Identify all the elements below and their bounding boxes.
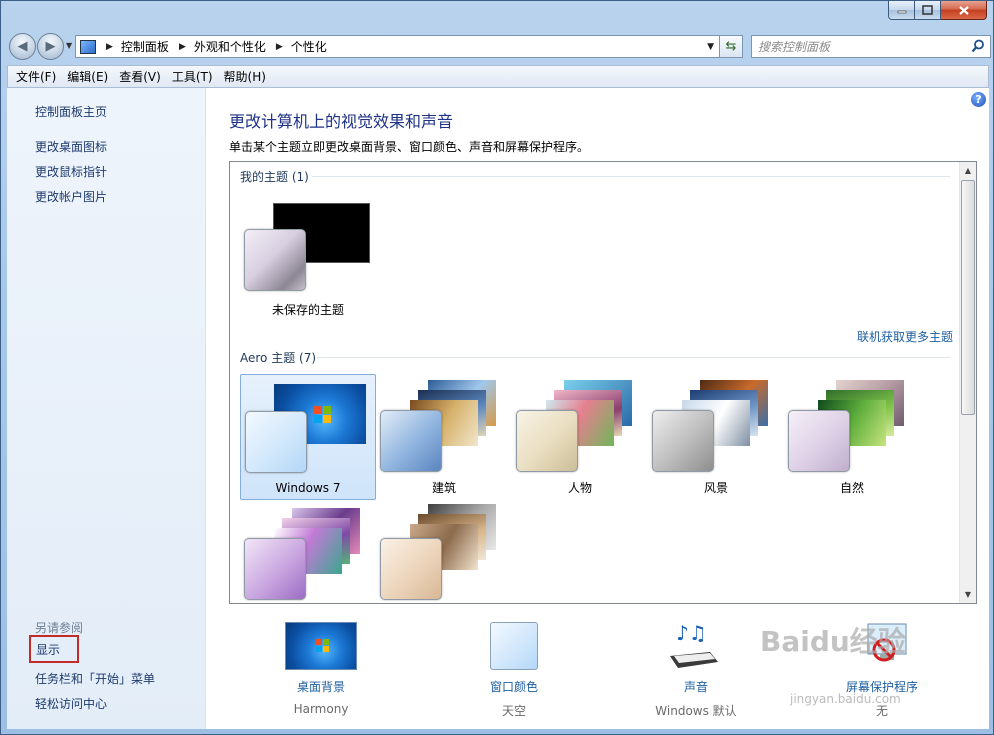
maximize-button[interactable] [915,1,941,20]
change-account-picture-link[interactable]: 更改帐户图片 [35,188,107,205]
window-color-setting[interactable]: 窗口颜色 天空 [444,622,584,719]
theme-list[interactable]: 我的主题 (1) 未保存的主题 联机获取更多主题 Aero 主题 (7) Win… [229,161,977,604]
theme-characters[interactable]: 人物 [512,374,648,500]
theme-label: 未保存的主题 [271,303,344,317]
window-color-swatch [245,411,307,473]
page-title: 更改计算机上的视觉效果和声音 [229,112,454,131]
aero-themes-header: Aero 主题 (7) [240,351,317,365]
menu-help[interactable]: 帮助(H) [224,68,266,85]
my-themes-header: 我的主题 (1) [240,170,309,184]
close-button[interactable] [941,1,987,20]
control-panel-icon [80,39,96,54]
caption-buttons [888,1,987,20]
menu-view[interactable]: 查看(V) [119,68,161,85]
theme-label: Windows 7 [275,481,341,495]
theme-label: 自然 [839,481,864,495]
group-divider [312,176,950,177]
menu-tools[interactable]: 工具(T) [172,68,213,85]
sounds-setting[interactable]: ♪♫ 声音 Windows 默认 [626,621,766,719]
display-link[interactable]: 显示 [29,635,79,663]
sounds-icon: ♪♫ [660,621,732,670]
group-divider [317,357,950,358]
display-link-label: 显示 [36,642,61,657]
minimize-icon [897,10,906,14]
page-description: 单击某个主题立即更改桌面背景、窗口颜色、声音和屏幕保护程序。 [229,140,590,154]
theme-unsaved[interactable]: 未保存的主题 [240,196,376,322]
theme-label: 人物 [567,481,592,495]
vertical-scrollbar[interactable]: ▲ ▼ [959,162,976,603]
theme-landscapes[interactable]: 风景 [648,374,784,500]
back-arrow-icon: ◀ [17,39,28,54]
maximize-icon [922,5,933,15]
setting-value: Harmony [293,702,349,716]
search-input[interactable]: 搜索控制面板 [751,35,991,58]
menu-file[interactable]: 文件(F) [16,68,56,85]
menu-bar: 文件(F) 编辑(E) 查看(V) 工具(T) 帮助(H) [7,65,989,88]
desktop-background-setting[interactable]: 桌面背景 Harmony [251,622,391,716]
setting-value: Windows 默认 [655,704,737,718]
refresh-button[interactable]: ⇆ [719,35,743,58]
theme-label: 建筑 [431,481,456,495]
refresh-icon: ⇆ [725,39,737,54]
see-also-heading: 另请参阅 [35,621,84,635]
recent-pages-dropdown[interactable]: ▼ [66,41,72,50]
desktop-background-icon [285,622,357,670]
windows-logo-icon [316,639,329,652]
change-mouse-pointers-link[interactable]: 更改鼠标指针 [35,163,107,180]
scroll-down-icon[interactable]: ▼ [960,586,976,603]
theme-windows-7[interactable]: Windows 7 [240,374,376,500]
help-icon[interactable]: ? [971,92,986,107]
ease-of-access-link[interactable]: 轻松访问中心 [35,695,107,712]
address-dropdown-icon[interactable]: ▼ [707,42,714,52]
search-icon[interactable] [971,39,985,53]
taskbar-start-menu-link[interactable]: 任务栏和「开始」菜单 [35,670,155,687]
window-color-swatch [788,410,850,472]
forward-button[interactable]: ▶ [37,33,64,60]
window-color-swatch [244,538,306,600]
setting-label: 桌面背景 [296,680,345,694]
change-desktop-icons-link[interactable]: 更改桌面图标 [35,138,107,155]
forward-arrow-icon: ▶ [45,39,56,54]
window-color-swatch [380,410,442,472]
window-color-swatch [244,229,306,291]
task-pane: 控制面板主页 更改桌面图标 更改鼠标指针 更改帐户图片 另请参阅 显示 任务栏和… [7,88,206,729]
breadcrumb-appearance[interactable]: 外观和个性化 ▶ [194,38,291,55]
close-icon [958,5,969,15]
control-panel-home-link[interactable]: 控制面板主页 [35,103,107,120]
svg-text:♪♫: ♪♫ [676,622,707,645]
breadcrumb-personalization[interactable]: 个性化 [291,38,327,55]
back-button[interactable]: ◀ [9,33,36,60]
window-color-icon [490,622,538,670]
theme-united-states[interactable] [376,502,512,602]
theme-label: 风景 [703,481,728,495]
scroll-up-icon[interactable]: ▲ [960,162,976,179]
theme-architecture[interactable]: 建筑 [376,374,512,500]
navigation-bar: ◀ ▶ ▼ ▶ 控制面板 ▶ 外观和个性化 ▶ 个性化 ▼ ⇆ 搜索控制面板 [7,31,991,61]
search-placeholder: 搜索控制面板 [758,40,831,54]
window-color-swatch [516,410,578,472]
window-color-swatch [380,538,442,600]
get-more-themes-online-link[interactable]: 联机获取更多主题 [857,328,953,345]
scroll-thumb[interactable] [961,180,975,415]
breadcrumb-root-arrow[interactable]: ▶ [102,42,121,52]
setting-label: 声音 [683,680,708,694]
window-color-swatch [652,410,714,472]
setting-value: 天空 [501,704,526,718]
address-bar[interactable]: ▶ 控制面板 ▶ 外观和个性化 ▶ 个性化 ▼ [75,35,720,58]
breadcrumb-control-panel[interactable]: 控制面板 ▶ [121,38,194,55]
menu-edit[interactable]: 编辑(E) [67,68,108,85]
theme-scenes[interactable] [240,502,376,602]
watermark-url: jingyan.baidu.com [790,692,901,706]
setting-label: 窗口颜色 [489,680,538,694]
theme-nature[interactable]: 自然 [784,374,920,500]
minimize-button[interactable] [888,1,915,20]
watermark: Baidu经验 [760,625,906,658]
